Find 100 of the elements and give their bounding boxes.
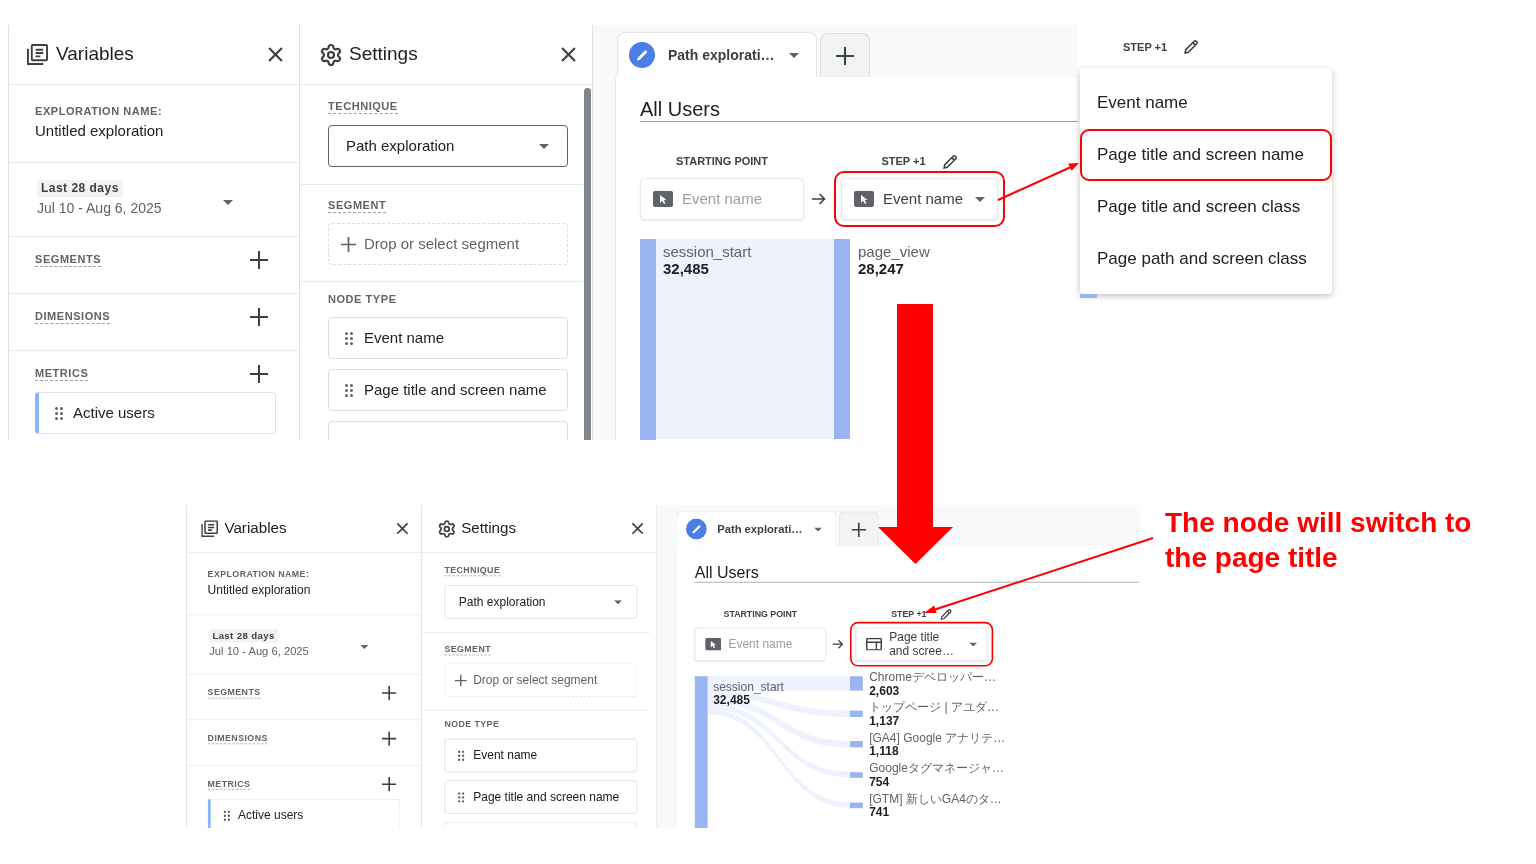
close-icon — [631, 522, 644, 535]
node-count: 28,247 — [858, 260, 905, 277]
cursor-icon — [705, 637, 722, 651]
drag-handle-icon[interactable] — [345, 331, 353, 345]
add-button[interactable] — [250, 308, 268, 326]
add-tab-button[interactable] — [820, 33, 870, 77]
document-stack-icon — [201, 520, 218, 537]
section-heading: SEGMENT — [444, 644, 491, 656]
menu-item[interactable]: Event name — [1080, 77, 1332, 129]
node-selector[interactable]: Page title and scree… — [855, 627, 988, 661]
add-button[interactable] — [382, 731, 397, 746]
drag-handle-icon[interactable] — [55, 406, 63, 420]
pencil-icon[interactable] — [942, 153, 958, 169]
plus-icon — [382, 777, 397, 792]
add-button[interactable] — [250, 251, 268, 269]
node-bar — [850, 710, 863, 717]
node-count: 754 — [869, 774, 890, 789]
caret-icon — [539, 143, 549, 149]
segment-dropzone[interactable]: Drop or select segment — [328, 223, 568, 265]
close-icon — [267, 47, 283, 62]
technique-dropdown[interactable]: Path exploration — [328, 125, 568, 167]
callout-text: The node will switch to the page title — [1165, 506, 1473, 575]
column-heading: STEP +1 — [881, 154, 926, 169]
pencil-icon[interactable] — [1184, 39, 1200, 54]
settings-icon — [437, 519, 457, 539]
node-count: 1,118 — [869, 744, 900, 758]
section-heading: DIMENSIONS — [35, 310, 111, 324]
panel-title: Settings — [349, 42, 418, 67]
segment-name[interactable]: All Users — [694, 562, 1140, 582]
node-type-option[interactable]: Event name — [328, 317, 568, 359]
column-heading: STARTING POINT — [675, 154, 769, 169]
column-heading: STEP +1 — [891, 608, 927, 621]
date-preset-tag: Last 28 days — [209, 629, 278, 643]
segment-name[interactable]: All Users — [640, 97, 1078, 121]
node-count: 32,485 — [663, 260, 710, 277]
cursor-icon — [653, 191, 673, 207]
node-bar — [1080, 294, 1097, 298]
node-count: 2,603 — [869, 683, 901, 697]
node-count: 741 — [869, 805, 890, 819]
add-button[interactable] — [250, 365, 268, 383]
exploration-tab[interactable]: Path explorati… — [617, 32, 817, 77]
node-name: [GA4] Google アナリテ… — [869, 730, 1006, 745]
node-bar — [850, 741, 863, 748]
add-button[interactable] — [382, 777, 397, 792]
pencil-icon — [629, 42, 655, 68]
field-label: EXPLORATION NAME: — [35, 104, 164, 118]
metric-chip[interactable]: Active users — [207, 798, 401, 828]
scrollbar[interactable] — [584, 88, 591, 440]
close-icon — [560, 47, 576, 62]
section-heading: METRICS — [35, 367, 89, 381]
node-bar — [850, 802, 863, 808]
plus-icon — [250, 308, 268, 326]
section-heading: NODE TYPE — [444, 719, 500, 730]
caret-icon — [614, 599, 622, 604]
node-type-option[interactable] — [444, 821, 638, 828]
node-name: session_start — [713, 679, 784, 693]
pencil-icon — [686, 518, 707, 540]
pencil-icon[interactable] — [940, 607, 953, 620]
document-stack-icon — [27, 44, 48, 65]
caret-icon — [969, 642, 978, 647]
plus-icon — [341, 236, 356, 252]
metric-chip[interactable]: Active users — [35, 392, 276, 434]
menu-item[interactable]: Page title and screen name — [1080, 129, 1332, 181]
plus-icon — [836, 46, 854, 65]
settings-icon — [319, 42, 343, 67]
drag-handle-icon[interactable] — [458, 750, 465, 761]
drag-handle-icon[interactable] — [345, 383, 353, 397]
drag-handle-icon[interactable] — [223, 810, 230, 821]
caret-icon — [360, 644, 369, 649]
technique-dropdown[interactable]: Path exploration — [444, 585, 638, 619]
drag-handle-icon[interactable] — [458, 791, 465, 803]
node-name: Googleタグマネージャ… — [869, 761, 1004, 775]
section-heading: SEGMENTS — [207, 687, 261, 699]
node-type-option[interactable]: Event name — [444, 738, 638, 773]
plus-icon — [382, 685, 397, 701]
node-bar — [850, 676, 863, 691]
exploration-name[interactable]: Untitled exploration — [35, 122, 273, 140]
node-type-option[interactable]: Page title and screen name — [444, 780, 638, 814]
plus-icon — [382, 731, 397, 746]
exploration-tab[interactable]: Path explorati… — [676, 510, 837, 547]
caret-icon — [975, 196, 986, 202]
plus-icon — [250, 365, 268, 383]
section-heading: TECHNIQUE — [328, 100, 398, 114]
add-button[interactable] — [382, 685, 397, 701]
node-name: [GTM] 新しいGA4のタ… — [869, 791, 1002, 805]
node-type-option[interactable] — [328, 421, 568, 440]
menu-item[interactable]: Page path and screen class — [1080, 233, 1332, 285]
caret-icon — [789, 52, 799, 58]
caret-icon — [223, 199, 233, 205]
date-range: Jul 10 - Aug 6, 2025 — [209, 644, 309, 659]
column-heading: STEP +1 — [1123, 39, 1168, 55]
menu-item[interactable]: Page title and screen class — [1080, 181, 1332, 233]
caret-icon — [814, 527, 822, 531]
exploration-name[interactable]: Untitled exploration — [207, 582, 401, 597]
node-count: 32,485 — [713, 693, 750, 707]
node-type-option[interactable]: Page title and screen name — [328, 369, 568, 411]
plus-icon — [851, 522, 866, 537]
node-selector[interactable]: Event name — [841, 178, 999, 220]
window-icon — [866, 637, 882, 651]
section-heading: SEGMENT — [328, 199, 387, 213]
